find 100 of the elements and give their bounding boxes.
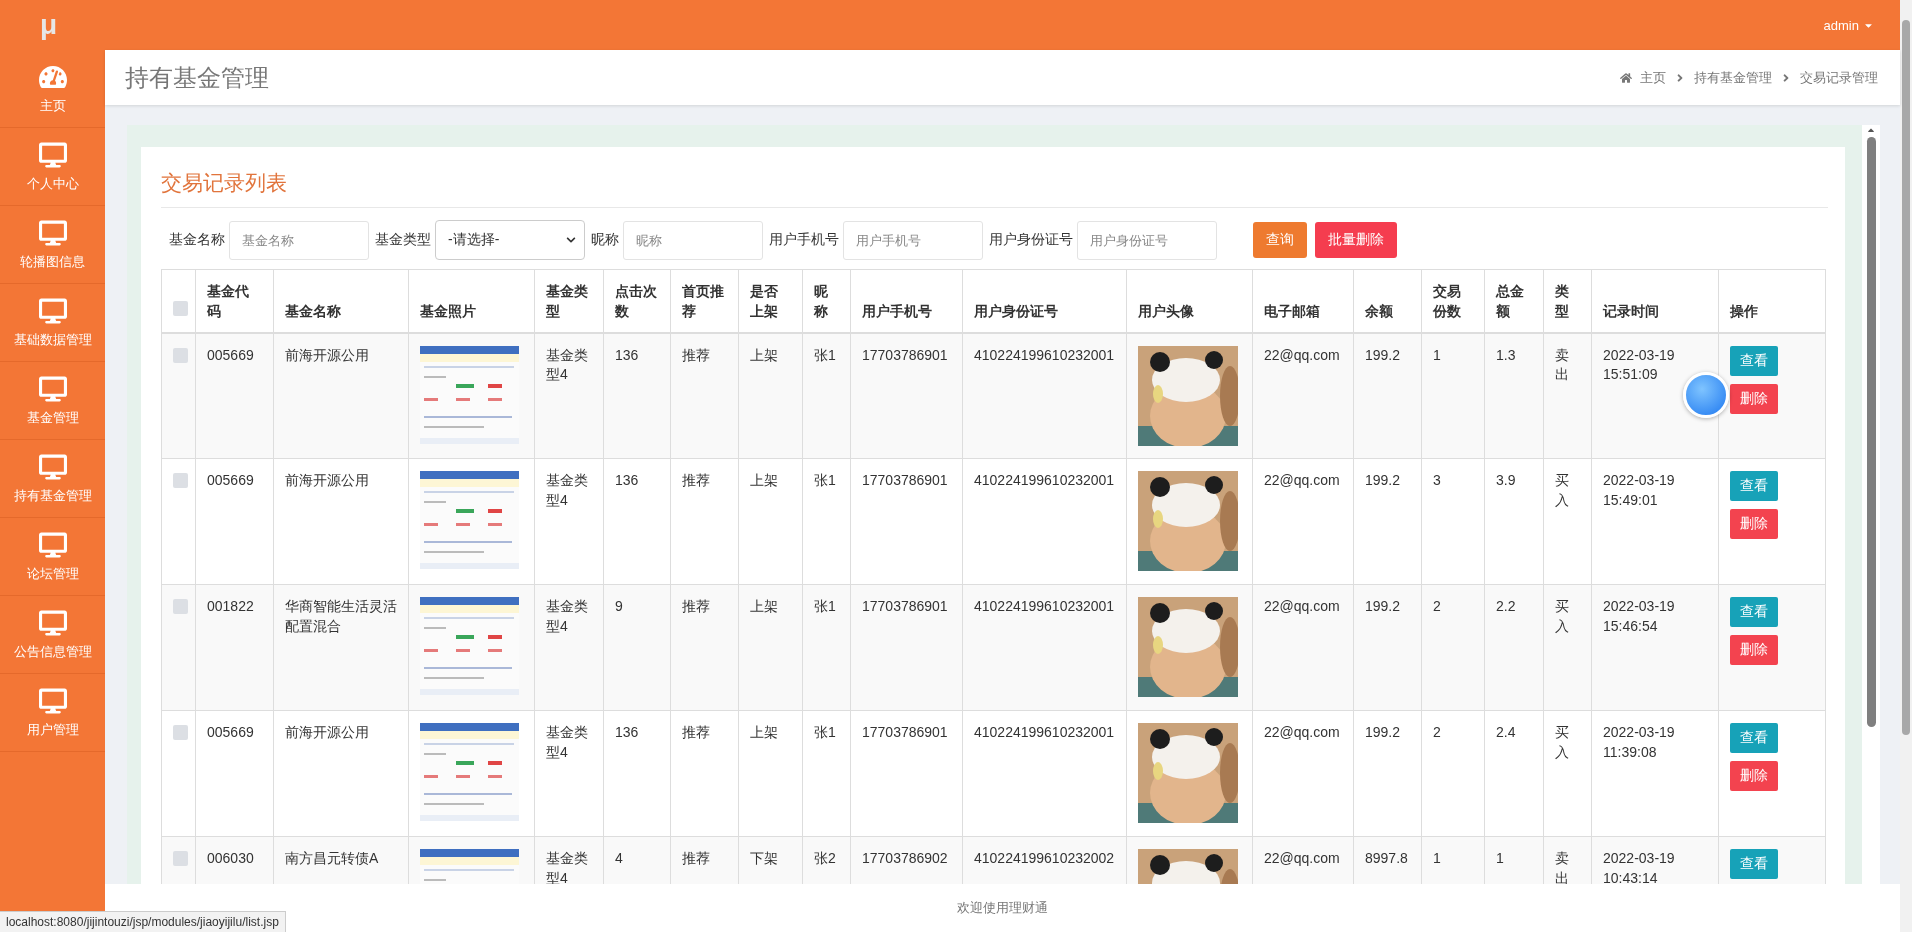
input-field[interactable]: 用户手机号 — [843, 220, 983, 260]
column-header: 基金类型 — [534, 269, 604, 333]
table-cell: 推荐 — [670, 458, 739, 585]
checkbox[interactable] — [173, 851, 188, 866]
column-header: 基金代码 — [195, 269, 274, 333]
sidebar-item[interactable]: 个人中心 — [0, 128, 105, 206]
column-header: 点击次数 — [603, 269, 671, 333]
table-cell: 136 — [603, 458, 671, 585]
table-cell: 136 — [603, 710, 671, 837]
status-url: localhost:8080/jijintouzi/jsp/modules/jiaoyijilu/list.jsp — [0, 911, 286, 932]
sidebar-item[interactable]: 持有基金管理 — [0, 440, 105, 518]
checkbox[interactable] — [173, 725, 188, 740]
view-button[interactable]: 查看 — [1730, 471, 1778, 501]
table-cell: 410224199610232001 — [962, 458, 1127, 585]
table-cell: 410224199610232001 — [962, 332, 1127, 459]
batch-delete-button[interactable]: 批量删除 — [1315, 222, 1397, 258]
table-cell: 17703786901 — [850, 584, 963, 711]
view-button[interactable]: 查看 — [1730, 597, 1778, 627]
column-header: 基金照片 — [408, 269, 535, 333]
table-cell: 卖出 — [1543, 332, 1592, 459]
column-header: 用户头像 — [1126, 269, 1253, 333]
scrollbar[interactable] — [1900, 0, 1912, 932]
breadcrumb-link[interactable]: 持有基金管理 — [1694, 68, 1772, 87]
checkbox[interactable] — [173, 473, 188, 488]
table-cell: 基金类型4 — [534, 458, 604, 585]
delete-button[interactable]: 删除 — [1730, 635, 1778, 665]
breadcrumb-link[interactable]: 主页 — [1640, 68, 1666, 87]
table-cell: 上架 — [738, 710, 803, 837]
table-cell: 22@qq.com — [1252, 584, 1354, 711]
sidebar-item[interactable]: 用户管理 — [0, 674, 105, 752]
input-field[interactable]: 用户身份证号 — [1077, 220, 1217, 260]
table-cell: 2 — [1421, 710, 1485, 837]
table-cell: 华商智能生活灵活配置混合 — [273, 584, 409, 711]
table-cell: 推荐 — [670, 584, 739, 711]
table-cell: 199.2 — [1353, 458, 1422, 585]
logo: μ — [40, 9, 58, 41]
table-cell: 17703786901 — [850, 332, 963, 459]
column-header: 昵称 — [802, 269, 851, 333]
table-cell: 22@qq.com — [1252, 458, 1354, 585]
sidebar-item[interactable]: 主页 — [0, 50, 105, 128]
view-button[interactable]: 查看 — [1730, 345, 1778, 376]
column-header: 用户身份证号 — [962, 269, 1127, 333]
column-header: 用户手机号 — [850, 269, 963, 333]
column-header: 电子邮箱 — [1252, 269, 1354, 333]
column-header: 余额 — [1353, 269, 1422, 333]
input-field[interactable]: 基金名称 — [229, 220, 369, 260]
breadcrumb-link[interactable]: 交易记录管理 — [1800, 68, 1878, 87]
monitor-icon — [38, 374, 67, 403]
table-cell: 005669 — [195, 710, 274, 837]
table-cell: 上架 — [738, 332, 803, 459]
monitor-icon — [38, 608, 67, 637]
view-button[interactable]: 查看 — [1730, 849, 1778, 879]
table-cell: 22@qq.com — [1252, 332, 1354, 459]
input-field[interactable]: 昵称 — [623, 220, 763, 260]
table-cell: 22@qq.com — [1252, 710, 1354, 837]
table-cell: 17703786901 — [850, 458, 963, 585]
column-header: 交易份数 — [1421, 269, 1485, 333]
checkbox[interactable] — [173, 599, 188, 614]
sidebar-item[interactable]: 基础数据管理 — [0, 284, 105, 362]
select-field[interactable]: -请选择- — [435, 220, 585, 260]
table-cell: 199.2 — [1353, 710, 1422, 837]
table-cell: 2.4 — [1484, 710, 1544, 837]
table-cell: 前海开源公用 — [273, 710, 409, 837]
table-cell: 前海开源公用 — [273, 332, 409, 459]
view-button[interactable]: 查看 — [1730, 723, 1778, 753]
table-cell: 张1 — [802, 458, 851, 585]
table-cell: 136 — [603, 332, 671, 459]
home-icon — [1620, 71, 1632, 84]
sidebar-item[interactable]: 公告信息管理 — [0, 596, 105, 674]
column-header: 操作 — [1718, 269, 1826, 333]
monitor-icon — [38, 452, 67, 481]
table-cell: 买入 — [1543, 458, 1592, 585]
chevron-icon — [566, 235, 576, 245]
table-cell: 001822 — [195, 584, 274, 711]
table-cell: 2022-03-19 15:49:01 — [1591, 458, 1719, 585]
delete-button[interactable]: 删除 — [1730, 761, 1778, 791]
query-button[interactable]: 查询 — [1253, 222, 1307, 258]
table-cell: 基金类型4 — [534, 584, 604, 711]
scrollbar[interactable] — [1862, 125, 1880, 884]
table-cell: 005669 — [195, 458, 274, 585]
table-cell: 9 — [603, 584, 671, 711]
table-cell: 17703786901 — [850, 710, 963, 837]
delete-button[interactable]: 删除 — [1730, 509, 1778, 539]
table-cell: 410224199610232001 — [962, 584, 1127, 711]
sidebar-item[interactable]: 论坛管理 — [0, 518, 105, 596]
checkbox[interactable] — [173, 347, 188, 363]
sidebar-item[interactable]: 轮播图信息 — [0, 206, 105, 284]
checkbox[interactable] — [173, 301, 188, 317]
user-menu[interactable]: admin — [1823, 17, 1874, 33]
sidebar-item[interactable]: 基金管理 — [0, 362, 105, 440]
page-title: 持有基金管理 — [125, 62, 269, 93]
filter-label: 昵称 — [591, 231, 619, 249]
table-cell: 推荐 — [670, 332, 739, 459]
monitor-icon — [38, 296, 67, 325]
table-cell: 买入 — [1543, 710, 1592, 837]
delete-button[interactable]: 删除 — [1730, 383, 1778, 414]
column-header: 首页推荐 — [670, 269, 739, 333]
table-cell: 前海开源公用 — [273, 458, 409, 585]
table-cell: 基金类型4 — [534, 332, 604, 459]
filter-label: 用户身份证号 — [989, 231, 1073, 249]
